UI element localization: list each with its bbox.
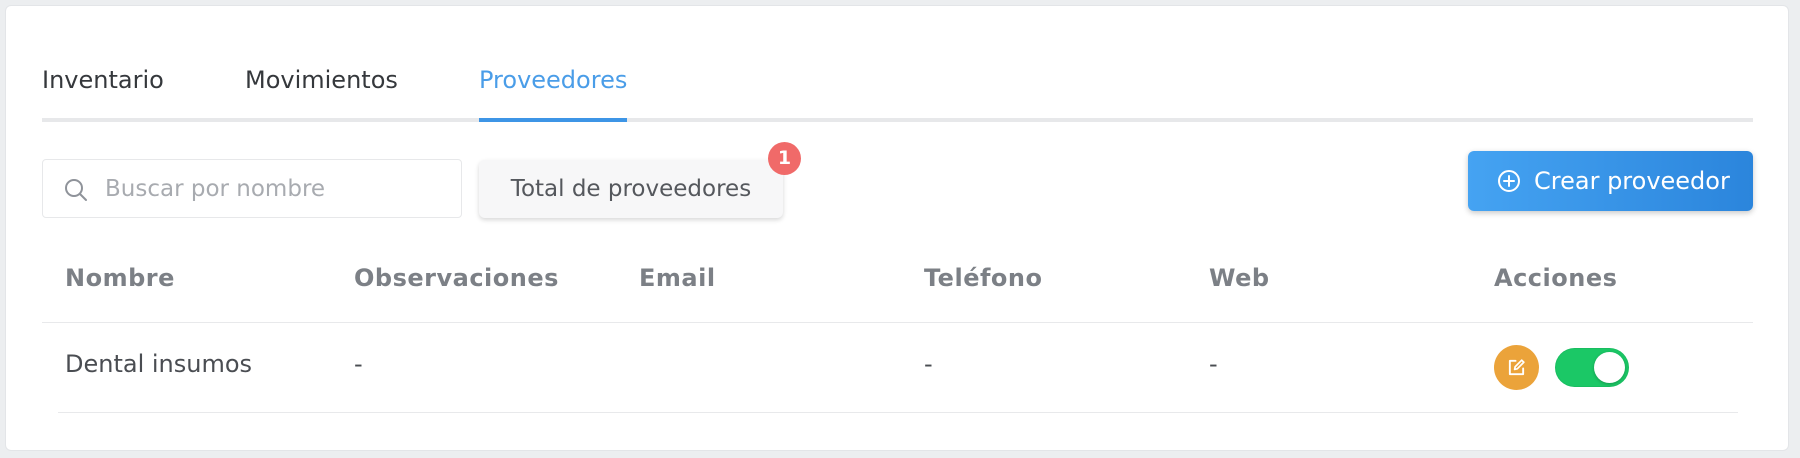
column-header-acciones: Acciones — [1494, 264, 1618, 292]
plus-circle-icon — [1498, 170, 1520, 192]
row-divider — [58, 412, 1738, 413]
column-header-nombre: Nombre — [65, 264, 175, 292]
column-header-web: Web — [1209, 264, 1270, 292]
active-toggle[interactable] — [1555, 348, 1629, 387]
column-header-observaciones: Observaciones — [354, 264, 559, 292]
tab-movimientos[interactable]: Movimientos — [245, 58, 398, 118]
search-input[interactable] — [103, 168, 447, 210]
cell-observaciones: - — [354, 350, 363, 378]
toggle-knob — [1594, 352, 1625, 383]
search-icon — [65, 179, 87, 201]
total-providers-label: Total de proveedores — [510, 176, 752, 202]
search-box[interactable] — [42, 159, 462, 218]
cell-telefono: - — [924, 350, 933, 378]
column-header-telefono: Teléfono — [924, 264, 1043, 292]
header-divider — [42, 322, 1753, 323]
count-badge: 1 — [768, 142, 801, 175]
column-header-email: Email — [639, 264, 716, 292]
cell-nombre: Dental insumos — [65, 350, 253, 378]
create-provider-label: Crear proveedor — [1534, 167, 1730, 195]
tab-inventario[interactable]: Inventario — [42, 58, 164, 118]
cell-web: - — [1209, 350, 1218, 378]
tab-bar: Inventario Movimientos Proveedores — [42, 58, 1753, 122]
create-provider-button[interactable]: Crear proveedor — [1468, 151, 1753, 211]
tab-proveedores[interactable]: Proveedores — [479, 58, 628, 122]
edit-icon — [1508, 359, 1525, 376]
edit-button[interactable] — [1494, 345, 1539, 390]
total-providers-button[interactable]: Total de proveedores — [479, 160, 783, 218]
